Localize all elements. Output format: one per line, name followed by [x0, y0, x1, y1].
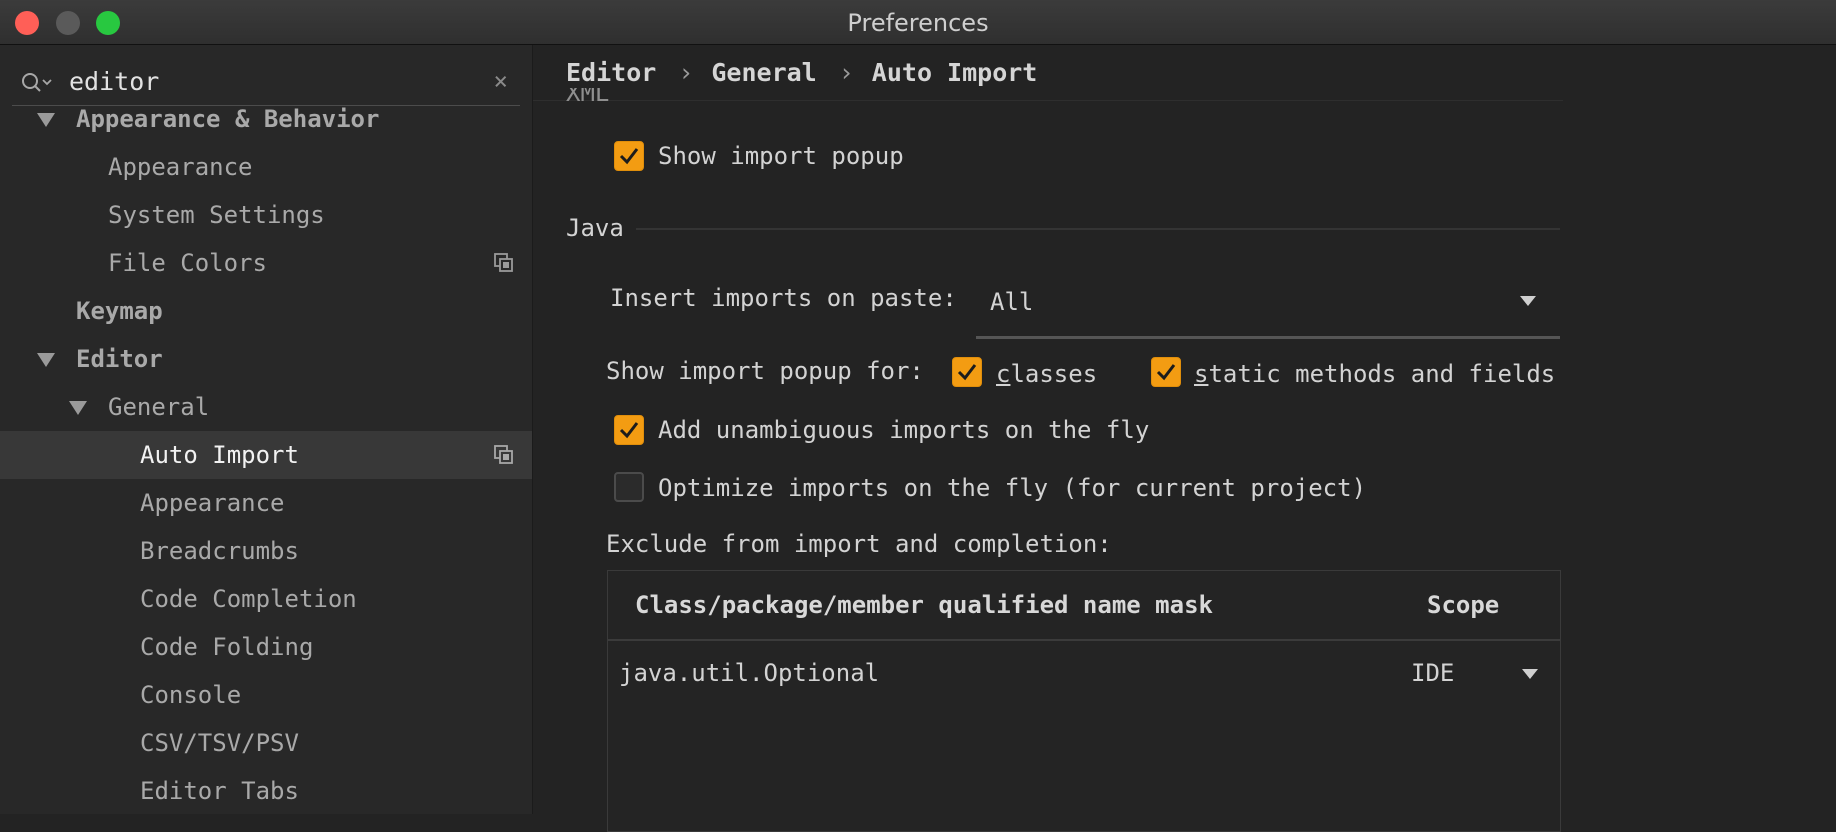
title-bar: Preferences — [0, 0, 1836, 45]
tree-item-editor-tabs[interactable]: Editor Tabs — [0, 767, 532, 814]
classes-mnemonic: c — [996, 360, 1011, 388]
settings-sidebar: editor × Appearance & Behavior Appearanc… — [0, 45, 533, 814]
java-section-title: Java — [566, 214, 624, 242]
breadcrumb-divider — [533, 100, 1563, 101]
tree-item-label: CSV/TSV/PSV — [140, 729, 299, 757]
add-unambiguous-imports-label[interactable]: Add unambiguous imports on the fly — [658, 416, 1149, 444]
dropdown-caret-icon[interactable] — [1520, 296, 1536, 306]
cell-name-mask[interactable]: java.util.Optional — [619, 659, 879, 687]
tree-item-general[interactable]: General — [0, 383, 532, 431]
table-header: Class/package/member qualified name mask… — [608, 571, 1560, 641]
tree-item-label: Appearance & Behavior — [76, 105, 380, 133]
tree-item-label: Keymap — [76, 297, 163, 325]
tree-item-label: Auto Import — [140, 441, 299, 469]
expanded-arrow-icon[interactable] — [37, 113, 55, 127]
classes-label[interactable]: classes — [996, 360, 1097, 388]
optimize-imports-label[interactable]: Optimize imports on the fly (for current… — [658, 474, 1366, 502]
tree-item-label: File Colors — [108, 249, 267, 277]
table-row[interactable]: java.util.Optional IDE — [608, 641, 1560, 703]
classes-checkbox[interactable] — [952, 357, 982, 387]
static-mnemonic: s — [1194, 360, 1209, 388]
exclude-imports-table[interactable]: Class/package/member qualified name mask… — [607, 570, 1561, 832]
tree-item-system-settings[interactable]: System Settings — [0, 191, 532, 239]
tree-item-breadcrumbs[interactable]: Breadcrumbs — [0, 527, 532, 575]
breadcrumb: Editor › General › Auto Import — [566, 58, 1037, 87]
tree-item-label: Breadcrumbs — [140, 537, 299, 565]
expanded-arrow-icon[interactable] — [69, 401, 87, 415]
checkmark-icon — [957, 364, 977, 381]
tree-item-keymap[interactable]: Keymap — [0, 287, 532, 335]
add-unambiguous-imports-checkbox[interactable] — [614, 415, 644, 445]
tree-item-code-folding[interactable]: Code Folding — [0, 623, 532, 671]
tree-item-file-colors[interactable]: File Colors — [0, 239, 532, 287]
static-members-label[interactable]: static methods and fields — [1194, 360, 1555, 388]
column-header-scope[interactable]: Scope — [1427, 591, 1499, 619]
tree-item-label: Editor Tabs — [140, 777, 299, 805]
tree-item-editor-appearance[interactable]: Appearance — [0, 479, 532, 527]
insert-imports-label: Insert imports on paste: — [610, 284, 957, 312]
show-import-popup-for-label: Show import popup for: — [606, 357, 924, 385]
classes-label-rest: lasses — [1010, 360, 1098, 388]
project-settings-icon — [494, 445, 513, 464]
tree-item-auto-import[interactable]: Auto Import — [0, 431, 532, 479]
tree-item-appearance-behavior[interactable]: Appearance & Behavior — [0, 95, 532, 143]
tree-item-label: General — [108, 393, 210, 421]
tree-item-console[interactable]: Console — [0, 671, 532, 719]
tree-item-appearance[interactable]: Appearance — [0, 143, 532, 191]
breadcrumb-editor[interactable]: Editor — [566, 58, 656, 87]
clear-search-icon[interactable]: × — [494, 67, 508, 95]
static-label-rest: tatic methods and fields — [1208, 360, 1556, 388]
search-input[interactable]: editor — [69, 67, 159, 96]
show-import-popup-xml-label[interactable]: Show import popup — [658, 142, 904, 170]
tree-item-label: Appearance — [108, 153, 253, 181]
project-settings-icon — [494, 253, 513, 272]
scope-dropdown-caret-icon[interactable] — [1522, 669, 1538, 679]
tree-item-code-completion[interactable]: Code Completion — [0, 575, 532, 623]
static-members-checkbox[interactable] — [1151, 357, 1181, 387]
checkmark-icon — [619, 148, 639, 165]
checkmark-icon — [1156, 364, 1176, 381]
tree-item-label: Appearance — [140, 489, 285, 517]
cell-scope[interactable]: IDE — [1411, 659, 1454, 687]
exclude-import-label: Exclude from import and completion: — [606, 530, 1112, 558]
insert-imports-value: All — [990, 288, 1034, 316]
tree-item-label: Code Folding — [140, 633, 314, 661]
search-icon[interactable] — [20, 71, 54, 95]
tree-item-csv-tsv-psv[interactable]: CSV/TSV/PSV — [0, 719, 532, 767]
checkmark-icon — [619, 422, 639, 439]
expanded-arrow-icon[interactable] — [37, 353, 55, 367]
insert-imports-select[interactable]: All — [976, 280, 1560, 339]
show-import-popup-xml-checkbox[interactable] — [614, 141, 644, 171]
tree-item-label: Console — [140, 681, 242, 709]
breadcrumb-general[interactable]: General — [711, 58, 816, 87]
window-title: Preferences — [847, 9, 989, 37]
tree-item-label: Code Completion — [140, 585, 357, 613]
breadcrumb-separator: › — [838, 58, 854, 87]
tree-item-label: Editor — [76, 345, 163, 373]
breadcrumb-auto-import: Auto Import — [871, 58, 1038, 87]
java-section-divider — [636, 228, 1560, 230]
tree-item-editor[interactable]: Editor — [0, 335, 532, 383]
column-header-name-mask[interactable]: Class/package/member qualified name mask — [635, 591, 1213, 619]
xml-section-title: XML — [566, 88, 610, 102]
breadcrumb-separator: › — [678, 58, 694, 87]
tree-item-label: System Settings — [108, 201, 325, 229]
optimize-imports-checkbox[interactable] — [614, 472, 644, 502]
